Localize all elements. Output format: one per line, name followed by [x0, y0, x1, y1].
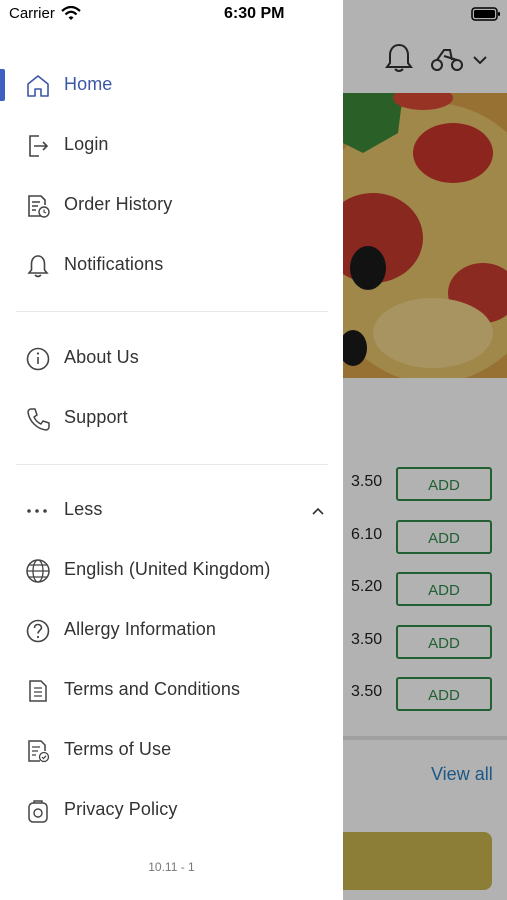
menu-item-label: Terms of Use	[64, 739, 172, 759]
menu-item-label: Less	[64, 499, 103, 519]
globe-icon	[26, 559, 50, 583]
menu-item-login[interactable]: Login	[0, 118, 343, 174]
app-version: 10.11 - 1	[148, 860, 195, 874]
status-time: 6:30 PM	[224, 5, 285, 22]
order-history-icon	[28, 195, 50, 218]
navigation-drawer: Carrier 6:30 PM Home Login Order History	[0, 0, 343, 900]
menu-item-label: Order History	[64, 194, 173, 214]
wifi-icon	[61, 6, 81, 20]
privacy-icon	[28, 800, 48, 823]
menu-item-about-us[interactable]: About Us	[0, 331, 343, 387]
menu-item-label: About Us	[64, 347, 139, 367]
menu-item-terms-and-conditions[interactable]: Terms and Conditions	[0, 663, 343, 719]
document-check-icon	[28, 740, 50, 763]
menu-item-label: Notifications	[64, 254, 164, 274]
more-dots-icon	[27, 509, 47, 513]
phone-icon	[27, 408, 50, 431]
menu-item-order-history[interactable]: Order History	[0, 178, 343, 234]
menu-item-less-toggle[interactable]: Less	[0, 483, 343, 539]
menu-item-privacy-policy[interactable]: Privacy Policy	[0, 783, 343, 839]
document-icon	[29, 680, 47, 702]
menu-item-notifications[interactable]: Notifications	[0, 238, 343, 294]
menu-item-label: English (United Kingdom)	[64, 559, 271, 579]
menu-item-label: Terms and Conditions	[64, 679, 241, 699]
menu-item-label: Allergy Information	[64, 619, 216, 639]
login-icon	[29, 135, 49, 157]
menu-item-terms-of-use[interactable]: Terms of Use	[0, 723, 343, 779]
battery-icon	[471, 7, 500, 21]
menu-item-label: Support	[64, 407, 128, 427]
info-icon	[26, 347, 50, 371]
menu-item-label: Home	[64, 74, 113, 94]
home-icon	[27, 75, 49, 97]
menu-item-language[interactable]: English (United Kingdom)	[0, 543, 343, 599]
menu-divider	[16, 311, 328, 312]
bell-icon	[27, 255, 49, 278]
menu-divider	[16, 464, 328, 465]
menu-item-home[interactable]: Home	[0, 58, 343, 114]
chevron-up-icon[interactable]	[308, 504, 328, 518]
status-carrier: Carrier	[9, 5, 55, 22]
question-icon	[26, 619, 50, 643]
menu-item-label: Privacy Policy	[64, 799, 178, 819]
menu-item-support[interactable]: Support	[0, 391, 343, 447]
menu-item-label: Login	[64, 134, 109, 154]
menu-item-allergy-information[interactable]: Allergy Information	[0, 603, 343, 659]
